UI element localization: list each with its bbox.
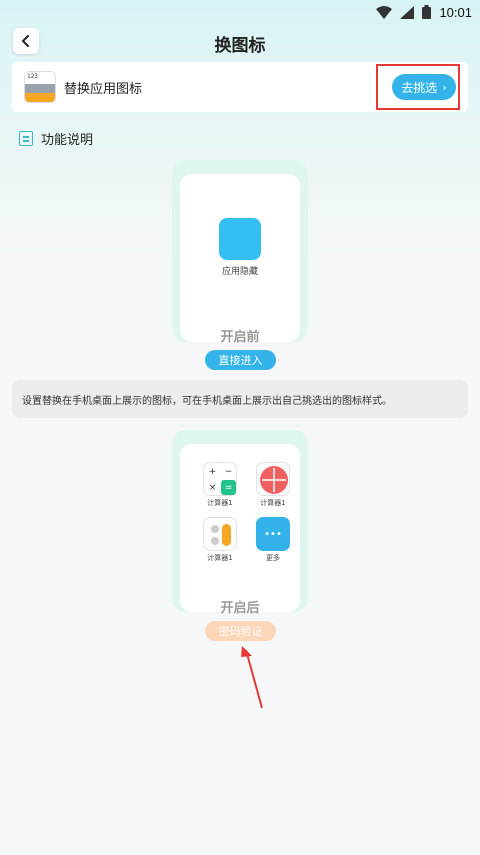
document-icon xyxy=(19,131,33,146)
app-label-3: 计算器1 xyxy=(207,554,233,562)
more-icon: ••• xyxy=(256,517,290,551)
wifi-icon xyxy=(376,5,393,19)
direct-enter-button[interactable]: 直接进入 xyxy=(205,350,276,370)
before-preview: 应用隐藏 xyxy=(172,160,308,342)
description-text: 设置替换在手机桌面上展示的图标，可在手机桌面上展示出自己挑选出的图标样式。 xyxy=(22,395,392,407)
after-screen: + − × = 计算器1 计算器1 计算器1 ••• 更多 xyxy=(180,444,300,612)
calculator-app-icon: 123 xyxy=(24,71,56,103)
replace-icon-card: 123 替换应用图标 去挑选 › xyxy=(12,62,480,124)
password-verify-button[interactable]: 密码验证 xyxy=(205,621,276,641)
app-label-1: 计算器1 xyxy=(207,499,233,507)
app-hide-icon xyxy=(219,218,261,260)
status-bar: 10:01 xyxy=(0,0,480,24)
calculator-toggle-icon xyxy=(203,517,237,551)
nav-bar: 换图标 xyxy=(0,26,480,62)
app-label-4: 更多 xyxy=(266,554,280,562)
signal-icon xyxy=(400,5,415,19)
chevron-right-icon: › xyxy=(442,80,447,94)
arrow-annotation xyxy=(241,646,263,709)
app-label-2: 计算器1 xyxy=(260,499,286,507)
after-preview: + − × = 计算器1 计算器1 计算器1 ••• 更多 xyxy=(172,430,308,612)
app-hide-label: 应用隐藏 xyxy=(221,267,258,277)
replace-icon-label: 替换应用图标 xyxy=(64,82,143,97)
section-header: 功能说明 xyxy=(19,129,93,148)
calculator-round-icon xyxy=(256,462,290,496)
before-screen: 应用隐藏 xyxy=(180,174,300,342)
battery-icon xyxy=(422,5,432,19)
calculator-icon: + − × = xyxy=(203,462,237,496)
choose-button[interactable]: 去挑选 › xyxy=(392,74,456,100)
section-title: 功能说明 xyxy=(41,133,94,148)
page-title: 换图标 xyxy=(214,36,266,56)
description-box: 设置替换在手机桌面上展示的图标，可在手机桌面上展示出自己挑选出的图标样式。 xyxy=(12,380,468,418)
status-time: 10:01 xyxy=(439,4,472,20)
after-state-label: 开启后 xyxy=(220,601,260,616)
before-state-label: 开启前 xyxy=(220,330,260,345)
